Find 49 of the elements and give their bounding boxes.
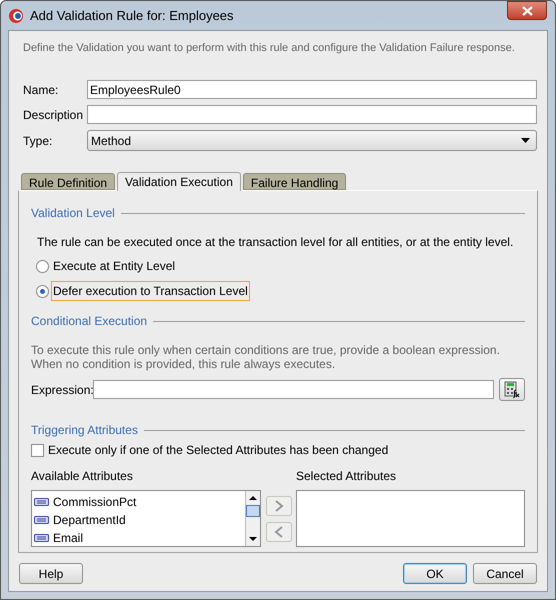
field-label: Type:: [23, 132, 54, 150]
available-list[interactable]: CommissionPct DepartmentId Email: [31, 490, 261, 547]
chevron-left-icon: [274, 526, 284, 538]
list-item[interactable]: CommissionPct: [32, 493, 245, 511]
expression-field[interactable]: [93, 380, 494, 399]
list-label: Selected Attributes: [296, 468, 396, 485]
checkbox-label: Execute only if one of the Selected Attributes has been changed: [48, 442, 388, 459]
section-heading: Validation Level: [31, 205, 115, 222]
close-button[interactable]: [507, 1, 547, 20]
list-label: Available Attributes: [31, 468, 134, 485]
dialog-button[interactable]: OK: [403, 563, 467, 584]
type-dropdown[interactable]: Method: [87, 130, 537, 151]
checkbox[interactable]: [31, 444, 44, 456]
field-label: Expression:: [31, 382, 93, 398]
tab[interactable]: Failure Handling: [242, 173, 346, 190]
add-button[interactable]: [266, 496, 292, 516]
dialog-button[interactable]: Cancel: [473, 563, 537, 584]
section-heading: Triggering Attributes: [31, 422, 138, 439]
field-label: Name:: [23, 82, 60, 98]
list-item[interactable]: Email: [32, 529, 245, 547]
section-heading: Conditional Execution: [31, 313, 148, 330]
radio-label: Execute at Entity Level: [52, 258, 176, 275]
radio-button[interactable]: [36, 284, 49, 298]
caret-icon: [521, 138, 530, 143]
scroll-thumb[interactable]: [246, 505, 260, 517]
attribute-icon: [34, 498, 49, 506]
dialog-button[interactable]: Help: [19, 563, 83, 584]
list-item[interactable]: DepartmentId: [32, 511, 245, 529]
selected-list[interactable]: [296, 490, 525, 547]
attribute-icon: [34, 534, 49, 542]
radio-button[interactable]: [36, 260, 49, 272]
tab[interactable]: Rule Definition: [21, 173, 116, 190]
input-field[interactable]: [87, 105, 537, 124]
remove-button[interactable]: [266, 522, 292, 542]
intro-text: Define the Validation you want to perform with this rule and configure the Validation Failure response.: [23, 41, 516, 55]
radio-label: Defer execution to Transaction Level: [51, 281, 250, 301]
calculator-icon: [504, 381, 520, 398]
description-text: The rule can be executed once at the transaction level for all entities, or at the entity level.: [37, 234, 514, 251]
app-logo-icon: [8, 8, 24, 24]
help-text: To execute this rule only when certain conditions are true, provide a boolean expression. When no condition is provided, this rule always executes.: [31, 343, 501, 371]
tab[interactable]: Validation Execution: [117, 172, 241, 191]
field-label: Description: [23, 106, 84, 124]
expression-builder-button[interactable]: [499, 378, 525, 401]
scrollbar[interactable]: [245, 491, 260, 546]
close-icon: [522, 6, 532, 16]
window-title: Add Validation Rule for: Employees: [30, 6, 234, 25]
input-field[interactable]: EmployeesRule0: [87, 80, 537, 99]
chevron-right-icon: [274, 500, 284, 512]
attribute-icon: [34, 516, 49, 524]
